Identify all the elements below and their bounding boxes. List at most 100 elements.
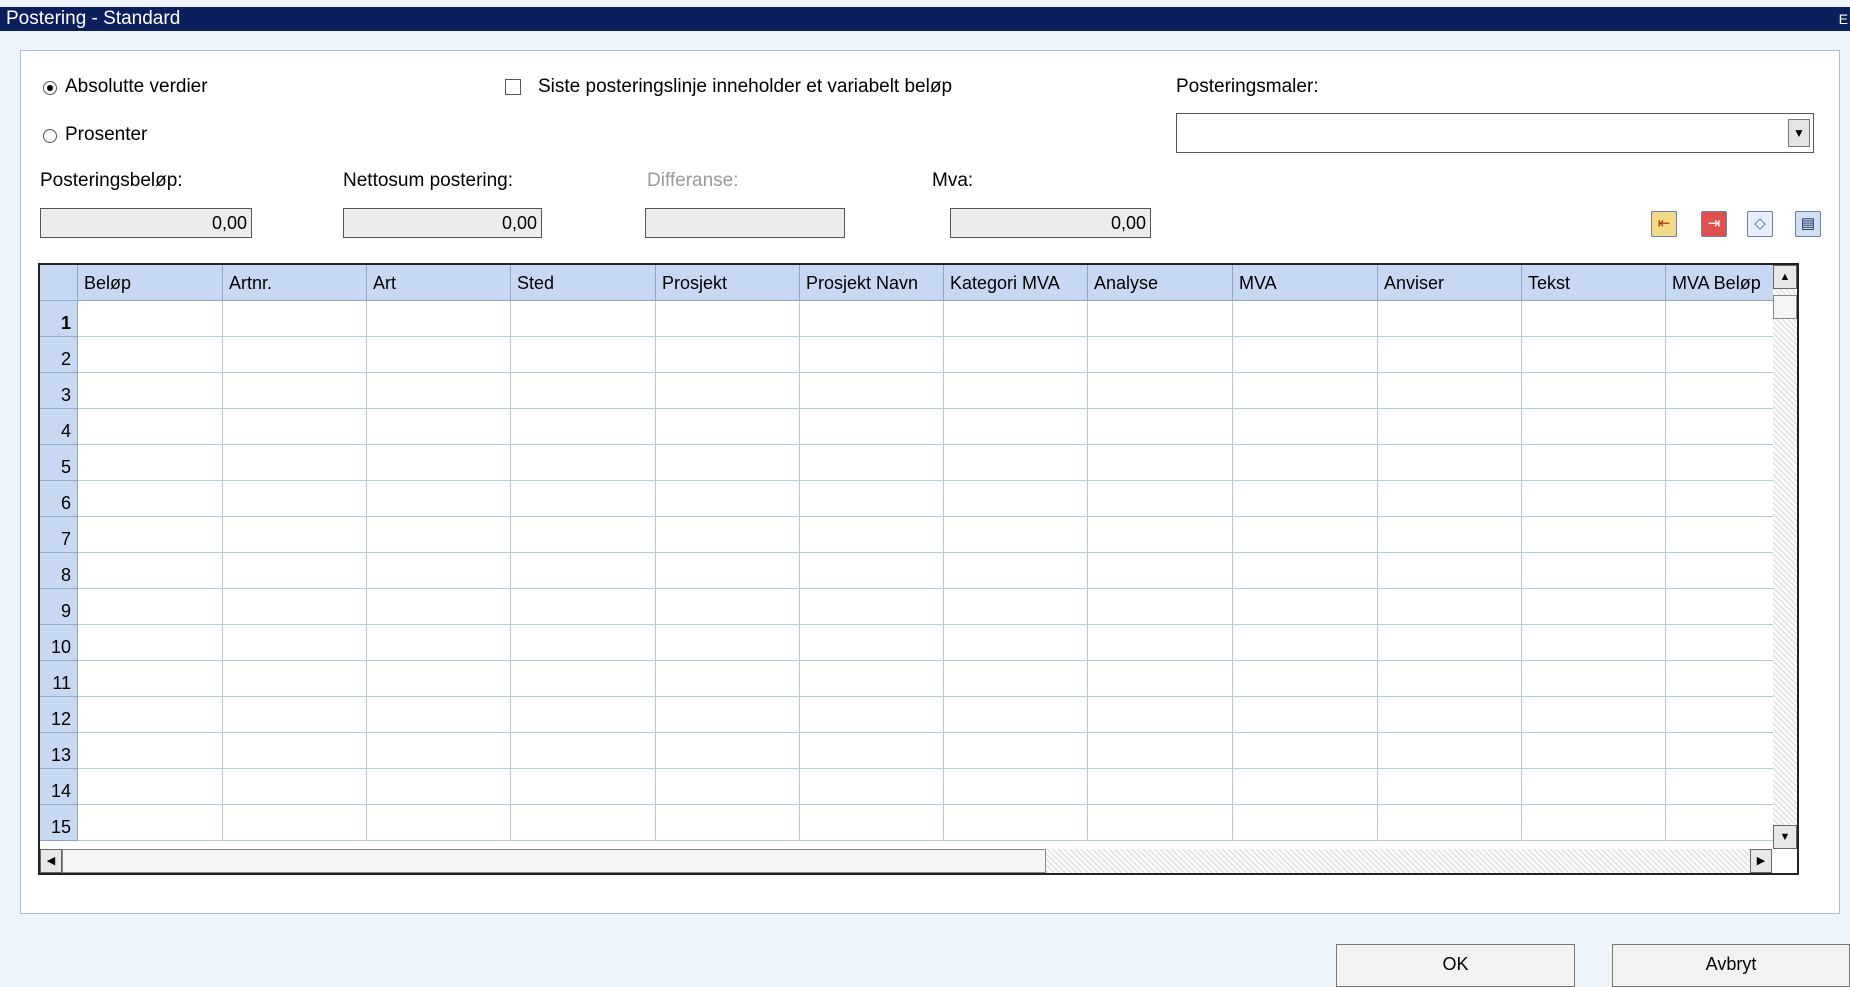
grid-cell[interactable] <box>1522 661 1666 697</box>
grid-cell[interactable] <box>223 697 367 733</box>
grid-cell[interactable] <box>367 445 511 481</box>
grid-cell[interactable] <box>800 697 944 733</box>
grid-cell[interactable] <box>1378 337 1522 373</box>
column-header[interactable]: Sted <box>511 265 656 301</box>
print-icon[interactable]: ▤ <box>1795 211 1821 237</box>
grid-cell[interactable] <box>367 553 511 589</box>
grid-cell[interactable] <box>1088 805 1233 841</box>
row-number[interactable]: 9 <box>40 589 78 625</box>
grid-cell[interactable] <box>1522 373 1666 409</box>
column-header[interactable]: Artnr. <box>223 265 367 301</box>
grid-cell[interactable] <box>367 517 511 553</box>
grid-cell[interactable] <box>78 769 223 805</box>
scroll-down-icon[interactable]: ▼ <box>1773 825 1797 849</box>
grid-cell[interactable] <box>656 337 800 373</box>
grid-cell[interactable] <box>511 697 656 733</box>
grid-cell[interactable] <box>944 373 1088 409</box>
grid-cell[interactable] <box>1088 301 1233 337</box>
grid-cell[interactable] <box>1233 553 1378 589</box>
column-header[interactable]: Anviser <box>1378 265 1522 301</box>
grid-cell[interactable] <box>1233 661 1378 697</box>
grid-cell[interactable] <box>223 589 367 625</box>
grid-cell[interactable] <box>944 301 1088 337</box>
grid-cell[interactable] <box>511 553 656 589</box>
grid-cell[interactable] <box>944 769 1088 805</box>
grid-cell[interactable] <box>800 553 944 589</box>
column-header[interactable]: Analyse <box>1088 265 1233 301</box>
grid-cell[interactable] <box>1088 481 1233 517</box>
grid-cell[interactable] <box>944 589 1088 625</box>
grid-cell[interactable] <box>1378 661 1522 697</box>
grid-cell[interactable] <box>1378 445 1522 481</box>
grid-cell[interactable] <box>1378 373 1522 409</box>
grid-cell[interactable] <box>656 301 800 337</box>
grid-cell[interactable] <box>1522 445 1666 481</box>
grid-cell[interactable] <box>1522 409 1666 445</box>
grid-cell[interactable] <box>1088 697 1233 733</box>
row-number[interactable]: 11 <box>40 661 78 697</box>
grid-cell[interactable] <box>1522 481 1666 517</box>
grid-cell[interactable] <box>1522 625 1666 661</box>
grid-cell[interactable] <box>656 481 800 517</box>
grid-cell[interactable] <box>1088 409 1233 445</box>
grid-cell[interactable] <box>944 805 1088 841</box>
row-number[interactable]: 15 <box>40 805 78 841</box>
row-number[interactable]: 8 <box>40 553 78 589</box>
grid-cell[interactable] <box>1233 301 1378 337</box>
grid-cell[interactable] <box>1378 589 1522 625</box>
grid-cell[interactable] <box>78 409 223 445</box>
grid-cell[interactable] <box>367 589 511 625</box>
grid-cell[interactable] <box>1233 445 1378 481</box>
column-header[interactable]: Tekst <box>1522 265 1666 301</box>
grid-cell[interactable] <box>656 517 800 553</box>
horizontal-scroll-thumb[interactable] <box>62 849 1046 873</box>
grid-cell[interactable] <box>1233 589 1378 625</box>
ok-button[interactable]: OK <box>1336 944 1575 987</box>
import-icon[interactable]: ⇤ <box>1651 211 1677 237</box>
grid-cell[interactable] <box>78 733 223 769</box>
grid-cell[interactable] <box>511 625 656 661</box>
grid-cell[interactable] <box>800 517 944 553</box>
grid-cell[interactable] <box>1522 553 1666 589</box>
grid-cell[interactable] <box>1378 697 1522 733</box>
grid-cell[interactable] <box>367 301 511 337</box>
grid-cell[interactable] <box>1088 733 1233 769</box>
grid-cell[interactable] <box>656 805 800 841</box>
grid-cell[interactable] <box>656 625 800 661</box>
grid-cell[interactable] <box>511 301 656 337</box>
grid-cell[interactable] <box>1522 697 1666 733</box>
radio-absolute-values[interactable] <box>43 81 57 95</box>
grid-cell[interactable] <box>656 769 800 805</box>
grid-cell[interactable] <box>944 445 1088 481</box>
grid-cell[interactable] <box>800 373 944 409</box>
row-number[interactable]: 5 <box>40 445 78 481</box>
templates-select[interactable]: ▼ <box>1176 113 1814 153</box>
grid-cell[interactable] <box>511 409 656 445</box>
grid-cell[interactable] <box>800 301 944 337</box>
grid-cell[interactable] <box>656 553 800 589</box>
scroll-left-icon[interactable]: ◀ <box>40 849 62 873</box>
grid-cell[interactable] <box>511 445 656 481</box>
grid-cell[interactable] <box>944 337 1088 373</box>
column-header[interactable]: Art <box>367 265 511 301</box>
grid-cell[interactable] <box>78 337 223 373</box>
cancel-button[interactable]: Avbryt <box>1612 944 1850 987</box>
grid-cell[interactable] <box>511 373 656 409</box>
grid-cell[interactable] <box>223 409 367 445</box>
grid-cell[interactable] <box>223 445 367 481</box>
grid-cell[interactable] <box>1088 589 1233 625</box>
grid-cell[interactable] <box>511 661 656 697</box>
grid-cell[interactable] <box>78 301 223 337</box>
grid-cell[interactable] <box>367 373 511 409</box>
grid-cell[interactable] <box>78 553 223 589</box>
grid-cell[interactable] <box>223 805 367 841</box>
grid-cell[interactable] <box>223 373 367 409</box>
grid-cell[interactable] <box>800 481 944 517</box>
row-number[interactable]: 7 <box>40 517 78 553</box>
grid-cell[interactable] <box>367 337 511 373</box>
row-number[interactable]: 13 <box>40 733 78 769</box>
row-number[interactable]: 12 <box>40 697 78 733</box>
grid-cell[interactable] <box>1378 553 1522 589</box>
scroll-right-icon[interactable]: ▶ <box>1750 849 1772 873</box>
grid-cell[interactable] <box>1378 409 1522 445</box>
